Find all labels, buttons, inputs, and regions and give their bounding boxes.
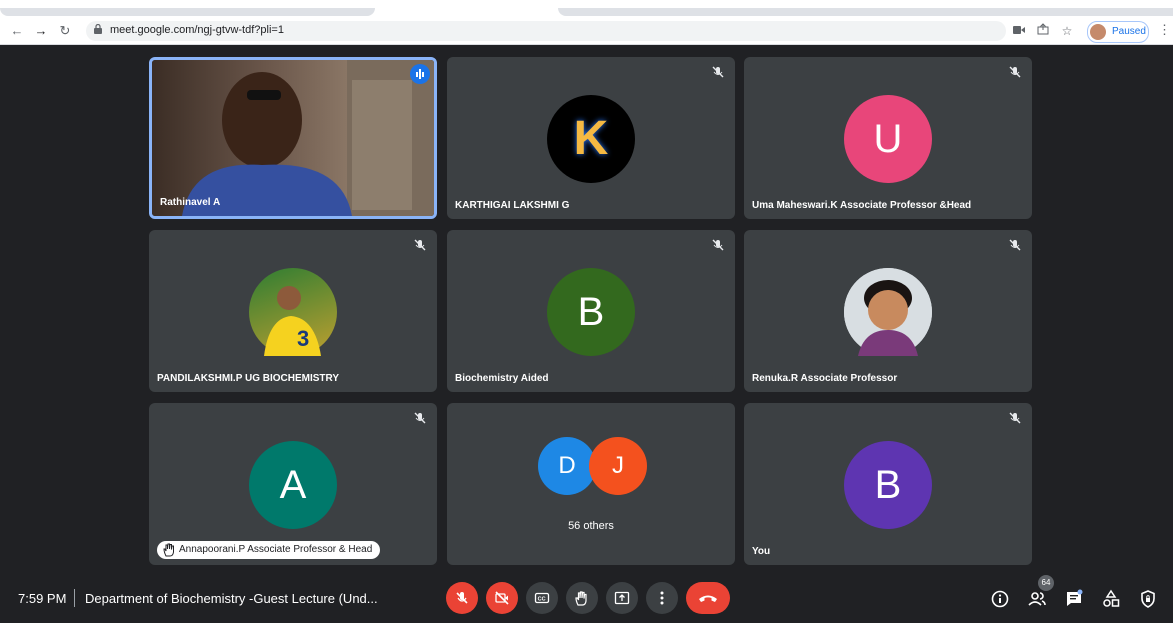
participant-tile-karthigai[interactable]: K KARTHIGAI LAKSHMI G <box>447 57 735 219</box>
profile-status-label: Paused <box>1112 26 1146 37</box>
address-bar[interactable]: meet.google.com/ngj-gtvw-tdf?pli=1 <box>86 21 1006 41</box>
meeting-title: Department of Biochemistry -Guest Lectur… <box>85 591 378 606</box>
participant-name: Annapoorani.P Associate Professor & Head <box>179 544 373 555</box>
svg-text:CC: CC <box>538 596 546 602</box>
participant-name: Rathinavel A <box>160 197 221 208</box>
participant-name: PANDILAKSHMI.P UG BIOCHEMISTRY <box>157 373 340 384</box>
others-avatar-d: D <box>538 437 596 495</box>
reload-icon[interactable]: ↻ <box>56 22 74 40</box>
raised-hand-name-pill: Annapoorani.P Associate Professor & Head <box>157 541 381 559</box>
raise-hand-icon <box>575 591 587 606</box>
participant-video <box>152 60 434 216</box>
participant-name: Biochemistry Aided <box>455 373 549 384</box>
participant-tile-pandilakshmi[interactable]: 3 PANDILAKSHMI.P UG BIOCHEMISTRY <box>149 230 437 392</box>
participant-tile-others[interactable]: D J 56 others <box>447 403 735 565</box>
kebab-menu-icon[interactable]: ⋮ <box>1158 22 1171 38</box>
participant-avatar: B <box>547 268 635 356</box>
participant-name: KARTHIGAI LAKSHMI G <box>455 200 570 211</box>
browser-toolbar: ← → ↻ meet.google.com/ngj-gtvw-tdf?pli=1… <box>0 18 1173 45</box>
mic-off-icon <box>712 66 724 78</box>
participant-photo-avatar <box>844 268 932 356</box>
mic-off-icon <box>1009 412 1021 424</box>
meeting-details-info-icon[interactable] <box>990 589 1010 609</box>
hang-up-icon <box>699 595 717 602</box>
avatar-initial: A <box>279 463 307 507</box>
captions-button[interactable]: CC <box>526 582 558 614</box>
avatar-initial: B <box>577 290 605 334</box>
avatar-initial: D <box>558 452 576 479</box>
leave-call-button[interactable] <box>686 582 730 614</box>
back-arrow-icon[interactable]: ← <box>8 22 26 40</box>
closed-captions-icon: CC <box>534 592 550 604</box>
participant-name: Renuka.R Associate Professor <box>752 373 898 384</box>
activities-icon[interactable] <box>1101 589 1121 609</box>
meeting-time: 7:59 PM <box>18 591 67 606</box>
participant-name: Uma Maheswari.K Associate Professor &Hea… <box>752 200 972 211</box>
video-frame <box>182 60 434 216</box>
meeting-control-bar: 7:59 PM Department of Biochemistry -Gues… <box>0 575 1173 623</box>
tab-strip <box>0 0 1173 18</box>
toggle-camera-button[interactable] <box>486 582 518 614</box>
chat-icon[interactable] <box>1064 589 1084 609</box>
mic-off-icon <box>456 592 468 604</box>
others-count-label: 56 others <box>568 520 614 532</box>
participant-tile-you[interactable]: B You <box>744 403 1032 565</box>
participant-tile-renuka[interactable]: Renuka.R Associate Professor <box>744 230 1032 392</box>
avatar-initial: J <box>612 452 624 479</box>
raised-hand-icon <box>163 543 174 557</box>
divider <box>74 589 75 607</box>
bookmark-star-icon[interactable]: ☆ <box>1059 23 1075 39</box>
tab-active[interactable] <box>0 8 375 16</box>
others-avatar-j: J <box>589 437 647 495</box>
participant-tile-uma[interactable]: U Uma Maheswari.K Associate Professor &H… <box>744 57 1032 219</box>
toggle-mic-button[interactable] <box>446 582 478 614</box>
mic-off-icon <box>1009 239 1021 251</box>
camera-icon[interactable] <box>1011 23 1027 39</box>
participant-avatar: K <box>547 95 635 183</box>
participant-tile-annapoorani[interactable]: A Annapoorani.P Associate Professor & He… <box>149 403 437 565</box>
profile-avatar <box>1090 24 1106 40</box>
more-options-button[interactable] <box>646 582 678 614</box>
mic-off-icon <box>1009 66 1021 78</box>
host-controls-shield-icon[interactable] <box>1138 589 1158 609</box>
forward-arrow-icon[interactable]: → <box>32 22 50 40</box>
participant-avatar: B <box>844 441 932 529</box>
participant-name: You <box>752 546 771 557</box>
avatar-initial: K <box>573 112 609 165</box>
mic-off-icon <box>712 239 724 251</box>
participant-tile-rathinavel[interactable]: Rathinavel A <box>149 57 437 219</box>
speaking-indicator-icon <box>410 64 430 84</box>
avatar-initial: B <box>874 463 902 507</box>
camera-off-icon <box>495 591 509 605</box>
svg-text:3: 3 <box>297 326 309 351</box>
people-icon[interactable] <box>1027 589 1047 609</box>
avatar-initial: U <box>873 117 903 161</box>
url-text: meet.google.com/ngj-gtvw-tdf?pli=1 <box>110 24 284 36</box>
mic-off-icon <box>414 239 426 251</box>
mic-off-icon <box>414 412 426 424</box>
participant-photo-avatar: 3 <box>249 268 337 356</box>
present-icon <box>614 591 630 605</box>
lock-icon <box>94 24 102 34</box>
participant-avatar: U <box>844 95 932 183</box>
raise-hand-button[interactable] <box>566 582 598 614</box>
participant-tile-biochemistry-aided[interactable]: B Biochemistry Aided <box>447 230 735 392</box>
profile-paused-button[interactable]: Paused <box>1087 21 1149 43</box>
share-icon[interactable] <box>1035 23 1051 39</box>
participant-avatar: A <box>249 441 337 529</box>
tab-inactive[interactable] <box>558 8 1173 16</box>
more-vert-icon <box>660 591 664 605</box>
present-screen-button[interactable] <box>606 582 638 614</box>
